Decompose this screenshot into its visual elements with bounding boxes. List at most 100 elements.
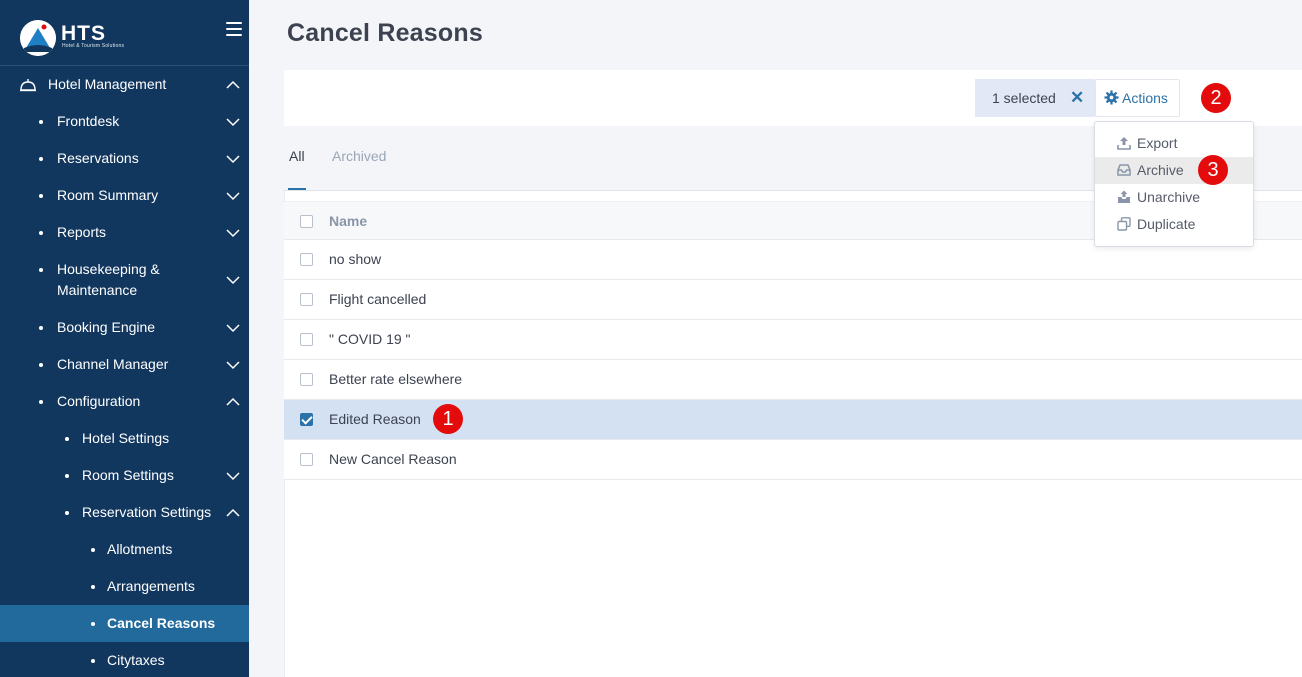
row-name: Better rate elsewhere bbox=[329, 371, 463, 387]
concierge-bell-icon bbox=[20, 79, 36, 92]
sidebar-item-label: Hotel Settings bbox=[82, 430, 170, 446]
step-badge: 3 bbox=[1198, 155, 1228, 185]
select-all-checkbox[interactable] bbox=[300, 215, 313, 228]
row-checkbox-checked[interactable] bbox=[300, 413, 313, 426]
clear-selection-icon[interactable]: ✕ bbox=[1070, 88, 1084, 108]
bullet bbox=[39, 194, 43, 198]
menu-item-archive[interactable]: Archive bbox=[1095, 157, 1253, 184]
menu-item-unarchive[interactable]: Unarchive bbox=[1095, 184, 1253, 211]
actions-label: Actions bbox=[1122, 90, 1168, 106]
sidebar-item-label: Reservation Settings bbox=[82, 504, 212, 520]
actions-button[interactable]: Actions bbox=[1095, 79, 1180, 117]
sidebar-item-label: Room Summary bbox=[57, 187, 159, 203]
sidebar-item-housekeeping[interactable]: Housekeeping & Maintenance bbox=[0, 259, 249, 301]
bullet bbox=[91, 622, 95, 626]
row-name: no show bbox=[329, 251, 382, 267]
sidebar-item-reports[interactable]: Reports bbox=[0, 222, 249, 243]
bullet bbox=[65, 511, 69, 515]
bullet bbox=[91, 659, 95, 663]
row-checkbox[interactable] bbox=[300, 453, 313, 466]
table-row[interactable]: Better rate elsewhere bbox=[284, 360, 1302, 400]
chevron-down-icon bbox=[226, 118, 240, 127]
row-checkbox[interactable] bbox=[300, 293, 313, 306]
bullet bbox=[91, 585, 95, 589]
sidebar-item-hotel-settings[interactable]: Hotel Settings bbox=[0, 428, 249, 449]
selected-count: 1 selected bbox=[992, 90, 1056, 106]
upload-icon bbox=[1117, 137, 1131, 150]
chevron-down-icon bbox=[226, 361, 240, 370]
sidebar-item-reservations[interactable]: Reservations bbox=[0, 148, 249, 169]
bullet bbox=[39, 120, 43, 124]
sidebar-item-room-summary[interactable]: Room Summary bbox=[0, 185, 249, 206]
menu-item-label: Archive bbox=[1137, 162, 1184, 178]
bullet bbox=[39, 268, 43, 272]
unarchive-icon bbox=[1118, 190, 1130, 203]
menu-item-label: Duplicate bbox=[1137, 216, 1196, 232]
menu-item-export[interactable]: Export bbox=[1095, 130, 1253, 157]
sidebar-item-label: Arrangements bbox=[107, 578, 195, 594]
sidebar-item-cancel-reasons[interactable]: Cancel Reasons bbox=[0, 605, 249, 642]
hts-logo[interactable] bbox=[20, 20, 56, 56]
sidebar-item-label: Maintenance bbox=[57, 282, 138, 298]
chevron-down-icon bbox=[226, 192, 240, 201]
sidebar-item-label: Hotel Management bbox=[48, 76, 167, 92]
menu-item-label: Export bbox=[1137, 135, 1178, 151]
sidebar-item-label: Citytaxes bbox=[107, 652, 165, 668]
tab-archived[interactable]: Archived bbox=[332, 148, 386, 164]
bullet bbox=[91, 548, 95, 552]
bullet bbox=[65, 474, 69, 478]
table-row[interactable]: " COVID 19 " bbox=[284, 320, 1302, 360]
sidebar-item-label: Reports bbox=[57, 224, 107, 240]
sidebar-item-room-settings[interactable]: Room Settings bbox=[0, 465, 249, 486]
sidebar-item-label: Cancel Reasons bbox=[107, 615, 216, 631]
row-checkbox[interactable] bbox=[300, 373, 313, 386]
step-badge: 1 bbox=[433, 404, 463, 434]
sidebar-item-label: Housekeeping & bbox=[57, 261, 160, 277]
bullet bbox=[39, 157, 43, 161]
sidebar-item-hotel-management[interactable]: Hotel Management bbox=[0, 74, 249, 95]
sidebar-item-label: Configuration bbox=[57, 393, 141, 409]
sidebar-item-label: Reservations bbox=[57, 150, 139, 166]
tab-all[interactable]: All bbox=[289, 148, 305, 164]
sidebar-item-label: Allotments bbox=[107, 541, 173, 557]
sidebar-item-label: Booking Engine bbox=[57, 319, 156, 335]
sidebar-item-label: Room Settings bbox=[82, 467, 174, 483]
table-row[interactable]: Flight cancelled bbox=[284, 280, 1302, 320]
menu-item-duplicate[interactable]: Duplicate bbox=[1095, 211, 1253, 238]
bullet bbox=[39, 231, 43, 235]
sidebar-item-configuration[interactable]: Configuration bbox=[0, 391, 249, 412]
sidebar-item-channel-manager[interactable]: Channel Manager bbox=[0, 354, 249, 375]
chevron-up-icon bbox=[226, 508, 240, 517]
column-header-name[interactable]: Name bbox=[329, 213, 367, 229]
sidebar: HTS Hotel & Tourism Solutions Hotel Mana… bbox=[0, 0, 249, 677]
chevron-down-icon bbox=[226, 155, 240, 164]
row-checkbox[interactable] bbox=[300, 333, 313, 346]
duplicate-icon bbox=[1117, 217, 1131, 231]
bullet bbox=[39, 400, 43, 404]
logo-area: HTS Hotel & Tourism Solutions bbox=[0, 0, 249, 66]
selection-chip: 1 selected ✕ bbox=[975, 79, 1095, 117]
inbox-icon bbox=[1117, 164, 1131, 176]
chevron-up-icon bbox=[226, 397, 240, 406]
table-row[interactable]: New Cancel Reason bbox=[284, 440, 1302, 480]
row-name: Edited Reason bbox=[329, 411, 421, 427]
sidebar-item-allotments[interactable]: Allotments bbox=[0, 539, 249, 560]
actions-dropdown: Export Archive Unarchive Duplicate bbox=[1094, 121, 1254, 247]
sidebar-item-booking-engine[interactable]: Booking Engine bbox=[0, 317, 249, 338]
active-tab-indicator bbox=[288, 188, 306, 190]
brand-subtitle: Hotel & Tourism Solutions bbox=[62, 43, 125, 49]
row-checkbox[interactable] bbox=[300, 253, 313, 266]
gear-icon bbox=[1104, 90, 1119, 105]
bullet bbox=[65, 437, 69, 441]
bullet bbox=[39, 363, 43, 367]
row-name: " COVID 19 " bbox=[329, 331, 411, 347]
menu-toggle-icon[interactable] bbox=[226, 22, 242, 40]
step-badge: 2 bbox=[1201, 83, 1231, 113]
sidebar-item-frontdesk[interactable]: Frontdesk bbox=[0, 111, 249, 132]
row-name: New Cancel Reason bbox=[329, 451, 457, 467]
sidebar-item-reservation-settings[interactable]: Reservation Settings bbox=[0, 502, 249, 523]
sidebar-item-arrangements[interactable]: Arrangements bbox=[0, 576, 249, 597]
sidebar-item-citytaxes[interactable]: Citytaxes bbox=[0, 650, 249, 671]
page-title: Cancel Reasons bbox=[287, 19, 483, 47]
sidebar-item-label: Channel Manager bbox=[57, 356, 169, 372]
